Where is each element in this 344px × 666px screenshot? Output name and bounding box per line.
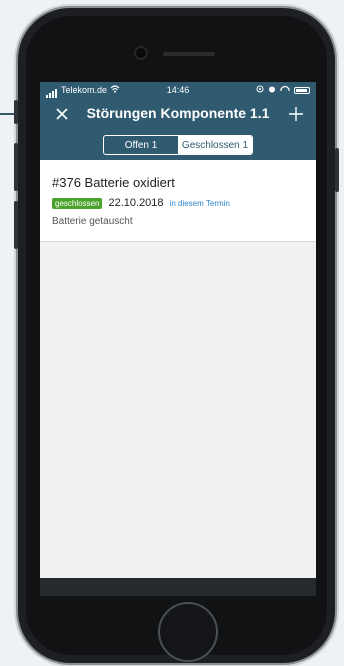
status-right — [256, 82, 310, 98]
appointment-link[interactable]: in diesem Termin — [170, 199, 230, 208]
item-date: 22.10.2018 — [108, 197, 164, 209]
app-screen: Telekom.de 14:46 Störungen Komponente 1.… — [40, 82, 316, 578]
item-title: #376 Batterie oxidiert — [52, 175, 175, 190]
close-button[interactable] — [52, 104, 72, 124]
home-button[interactable] — [158, 602, 218, 662]
headphones-icon — [280, 82, 290, 98]
screen-bottom-bar — [40, 578, 316, 596]
item-description: Batterie getauscht — [52, 216, 133, 227]
phone-power-button — [335, 148, 339, 192]
add-button[interactable] — [286, 104, 306, 124]
camera-icon — [136, 48, 146, 58]
close-icon — [56, 108, 68, 120]
location-icon — [256, 82, 264, 98]
nav-bar: Störungen Komponente 1.1 Offen 1 Geschlo… — [40, 98, 316, 160]
status-bar: Telekom.de 14:46 — [40, 82, 316, 98]
stage: Telekom.de 14:46 Störungen Komponente 1.… — [0, 0, 344, 666]
speaker-icon — [163, 52, 215, 56]
item-meta: geschlossen 22.10.2018 in diesem Termin — [52, 197, 230, 209]
phone-side-button — [14, 100, 18, 124]
alarm-icon — [268, 82, 276, 98]
page-title: Störungen Komponente 1.1 — [86, 105, 270, 121]
phone-side-button — [14, 143, 18, 191]
status-badge: geschlossen — [52, 197, 103, 209]
segmented-control: Offen 1 Geschlossen 1 — [103, 135, 253, 155]
phone-side-button — [14, 201, 18, 249]
plus-icon — [289, 107, 303, 121]
tab-offen[interactable]: Offen 1 — [104, 136, 178, 154]
tab-geschlossen[interactable]: Geschlossen 1 — [178, 136, 252, 154]
list-item[interactable]: #376 Batterie oxidiert geschlossen 22.10… — [40, 160, 316, 242]
battery-icon — [294, 86, 310, 94]
